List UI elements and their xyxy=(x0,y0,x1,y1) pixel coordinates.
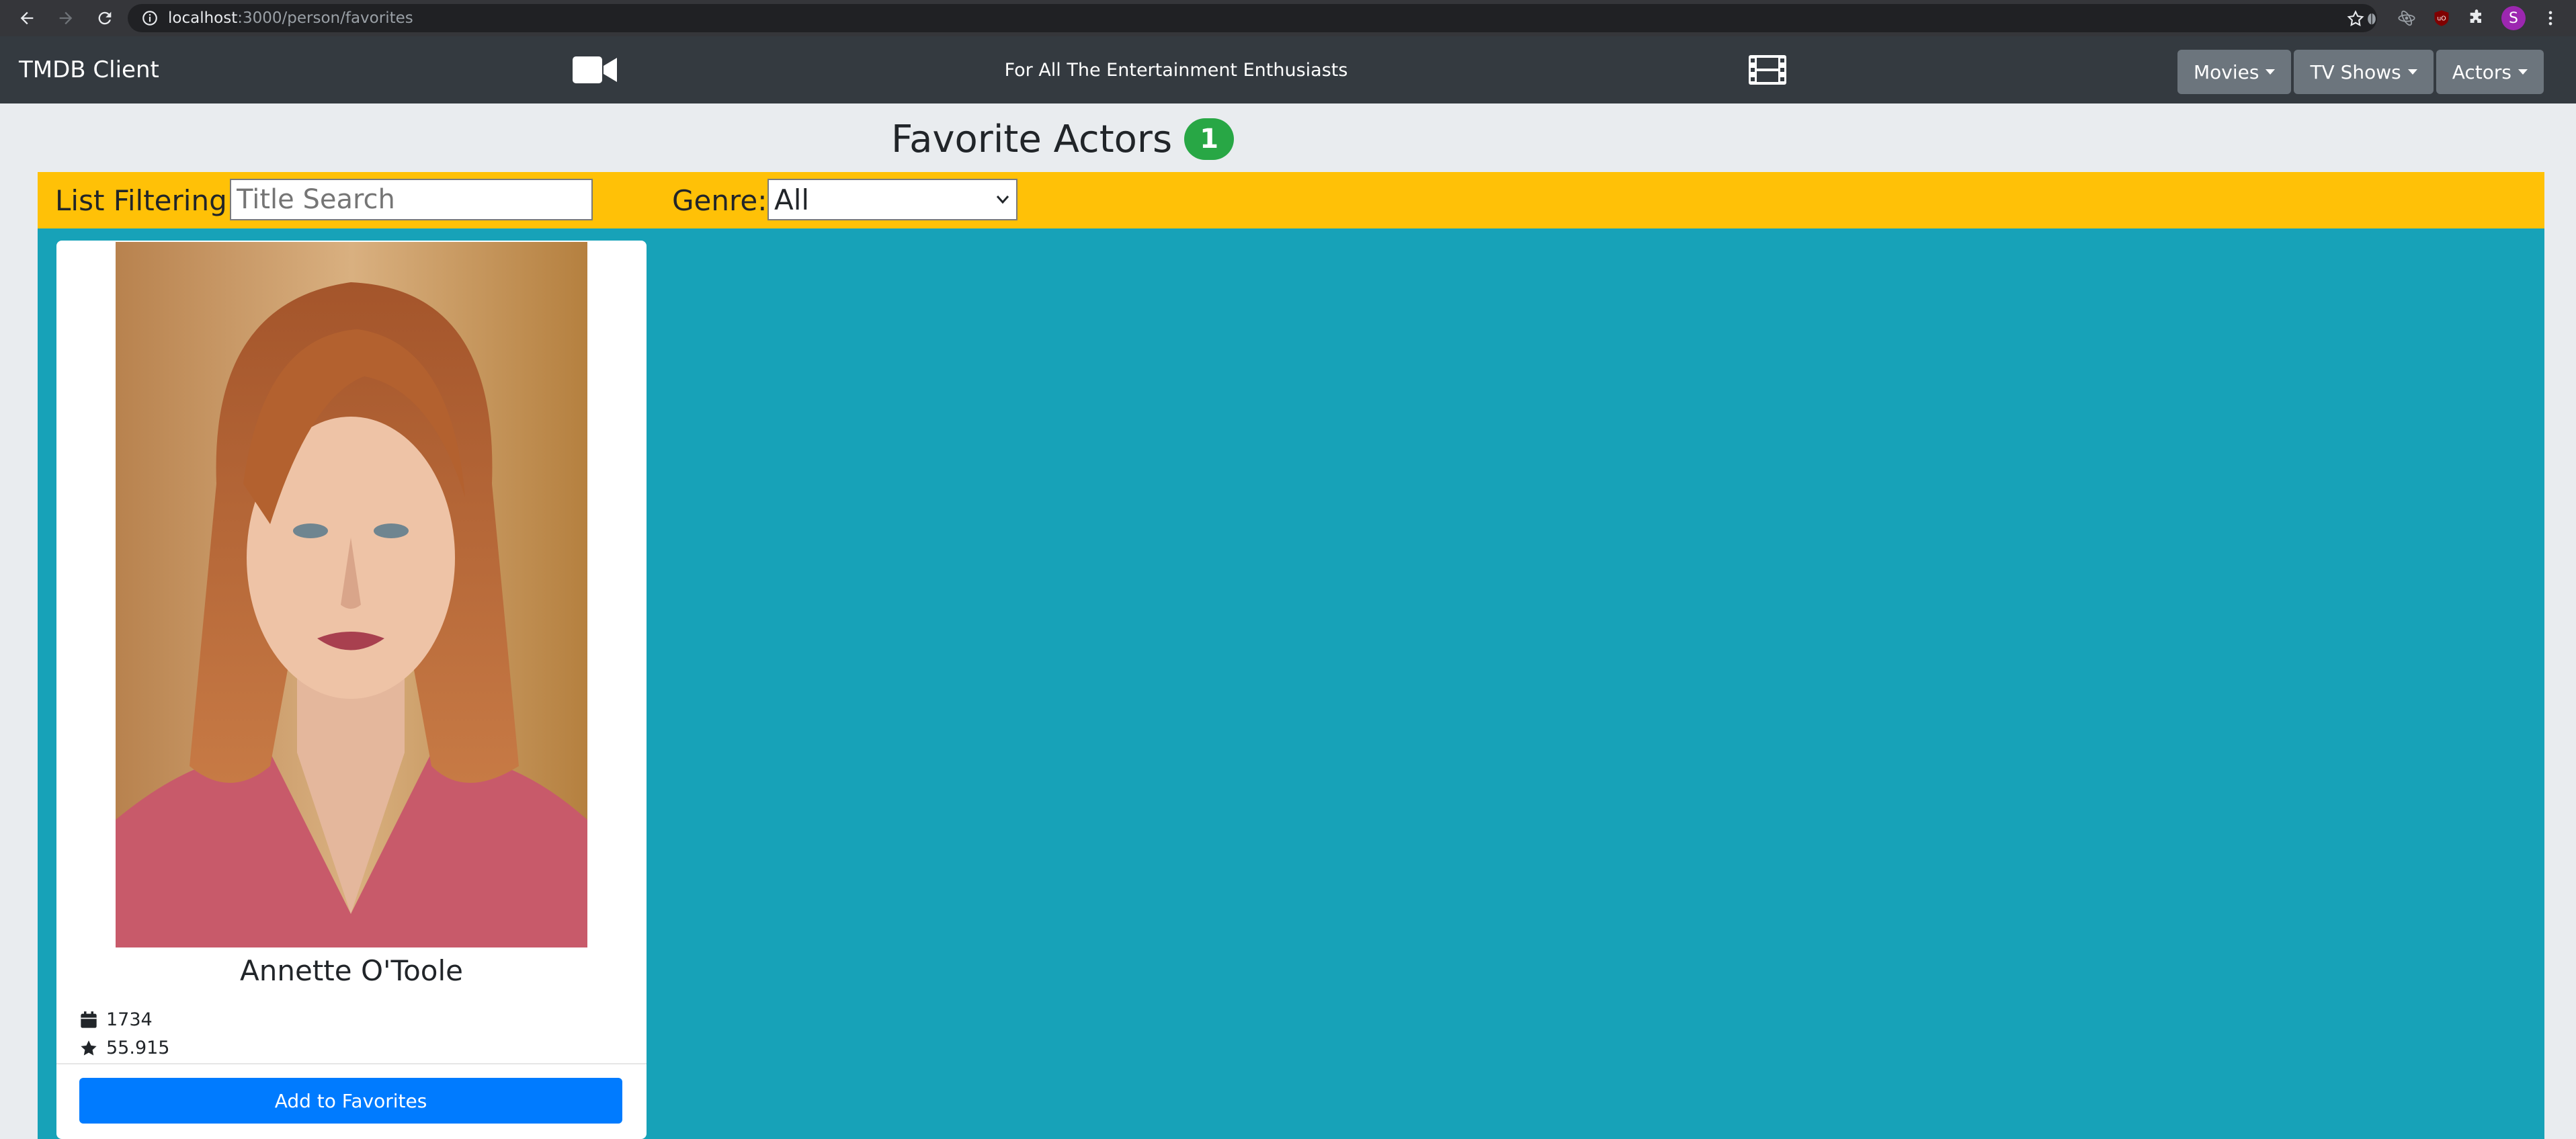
actor-portrait-image xyxy=(116,242,587,947)
tv-shows-dropdown[interactable]: TV Shows xyxy=(2294,50,2434,94)
address-bar[interactable]: localhost:3000/person/favorites xyxy=(128,4,2377,32)
actors-dropdown-label: Actors xyxy=(2452,60,2511,83)
actors-dropdown[interactable]: Actors xyxy=(2436,50,2544,94)
tagline: For All The Entertainment Enthusiasts xyxy=(1004,59,1348,81)
movies-dropdown-label: Movies xyxy=(2193,60,2259,83)
calendar-icon xyxy=(81,1011,97,1028)
favorites-count-badge: 1 xyxy=(1184,118,1235,160)
browser-menu-icon[interactable] xyxy=(2540,8,2561,28)
list-filtering-label: List Filtering: xyxy=(55,183,237,217)
genre-select[interactable]: All xyxy=(767,179,1017,220)
add-to-favorites-button[interactable]: Add to Favorites xyxy=(79,1078,622,1124)
browser-nav-buttons xyxy=(0,0,128,36)
star-icon xyxy=(81,1040,97,1056)
filter-bar: List Filtering: Genre: All xyxy=(38,172,2544,228)
movies-dropdown[interactable]: Movies xyxy=(2177,50,2292,94)
actor-name: Annette O'Toole xyxy=(240,954,463,987)
extension-ublock-icon[interactable]: uO xyxy=(2432,8,2452,28)
actor-popularity-value: 55.915 xyxy=(106,1038,170,1058)
site-info-icon[interactable] xyxy=(141,9,159,27)
extensions-area: uO S xyxy=(2352,0,2576,36)
url-host: localhost xyxy=(168,9,238,27)
extension-bug-icon[interactable] xyxy=(2362,8,2382,28)
extension-react-icon[interactable] xyxy=(2397,8,2417,28)
video-camera-icon xyxy=(573,56,617,83)
browser-chrome: localhost:3000/person/favorites uO S xyxy=(0,0,2576,36)
extensions-puzzle-icon[interactable] xyxy=(2466,8,2487,28)
genre-selected-value: All xyxy=(774,183,810,216)
title-search-input[interactable] xyxy=(230,179,593,220)
caret-down-icon xyxy=(2266,69,2276,75)
tv-shows-dropdown-label: TV Shows xyxy=(2310,60,2401,83)
chevron-down-icon xyxy=(996,196,1009,204)
caret-down-icon xyxy=(2407,69,2417,75)
actor-photo[interactable] xyxy=(116,242,587,947)
card-divider xyxy=(56,1063,647,1064)
brand-link[interactable]: TMDB Client xyxy=(19,36,159,103)
profile-avatar[interactable]: S xyxy=(2501,6,2526,30)
svg-text:uO: uO xyxy=(2437,15,2446,23)
forward-icon[interactable] xyxy=(54,6,78,30)
reload-icon[interactable] xyxy=(93,6,117,30)
back-icon[interactable] xyxy=(15,6,39,30)
actor-id-value: 1734 xyxy=(106,1009,153,1030)
actor-card: Annette O'Toole 1734 55.915 Add to Favor… xyxy=(56,241,647,1139)
actor-popularity-row: 55.915 xyxy=(79,1038,169,1058)
genre-label: Genre: xyxy=(672,183,767,217)
page-heading: Favorite Actors 1 xyxy=(891,114,1235,164)
page-title: Favorite Actors xyxy=(891,117,1173,161)
app-navbar: TMDB Client For All The Entertainment En… xyxy=(0,36,2576,103)
caret-down-icon xyxy=(2518,69,2528,75)
nav-dropdowns: Movies TV Shows Actors xyxy=(2177,50,2544,94)
film-icon xyxy=(1749,55,1786,85)
url-path: :3000/person/favorites xyxy=(237,9,413,27)
actor-id-row: 1734 xyxy=(79,1009,153,1030)
